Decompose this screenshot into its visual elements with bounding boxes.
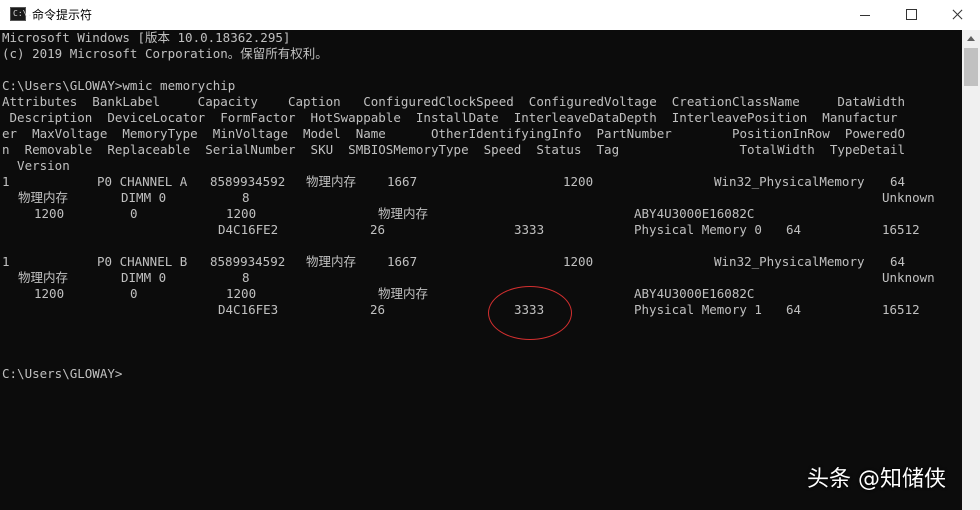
- chip-row: D4C16FE3 26 3333 Physical Memory 1 64 16…: [2, 302, 920, 318]
- data-width-value: 64: [890, 254, 906, 269]
- part-number-value: ABY4U3000E16082C: [634, 286, 755, 301]
- maximize-button[interactable]: [888, 0, 934, 30]
- bank-label-value: P0 CHANNEL B: [97, 254, 188, 269]
- chip-row: 物理内存 DIMM 0 8 Unknown: [2, 190, 935, 206]
- chip-row: D4C16FE2 26 3333 Physical Memory 0 64 16…: [2, 222, 920, 238]
- chip-row: 物理内存 DIMM 0 8 Unknown: [2, 270, 935, 286]
- data-width-value: 64: [890, 174, 906, 189]
- configured-voltage-value: 1200: [563, 174, 594, 189]
- creation-class-name-value: Win32_PhysicalMemory: [714, 174, 865, 189]
- banner-line-copyright: (c) 2019 Microsoft Corporation。保留所有权利。: [2, 46, 328, 61]
- capacity-value: 8589934592: [210, 254, 286, 269]
- attributes-value: 1: [2, 254, 10, 269]
- cmd-icon-label: C:\.: [13, 9, 33, 18]
- serial-number-value: D4C16FE3: [218, 302, 279, 317]
- close-button[interactable]: [934, 0, 980, 30]
- command-line: C:\Users\GLOWAY>wmic memorychip: [2, 78, 236, 93]
- part-number-value: ABY4U3000E16082C: [634, 206, 755, 221]
- speed-value: 3333: [514, 222, 545, 237]
- scroll-up-arrow-icon[interactable]: [962, 30, 980, 47]
- creation-class-name-value: Win32_PhysicalMemory: [714, 254, 865, 269]
- name-value: 物理内存: [378, 286, 429, 301]
- tag-value: Physical Memory 1: [634, 302, 762, 317]
- header-line: Attributes BankLabel Capacity Caption Co…: [2, 94, 906, 109]
- title-bar: C:\. 命令提示符: [0, 0, 980, 30]
- manufacturer-value: Unknown: [882, 190, 935, 205]
- header-line: Description DeviceLocator FormFactor Hot…: [2, 110, 898, 125]
- configured-clock-speed-value: 1667: [387, 254, 418, 269]
- tag-value: Physical Memory 0: [634, 222, 762, 237]
- form-factor-value: 8: [242, 190, 250, 205]
- description-value: 物理内存: [18, 190, 69, 205]
- total-width-value: 64: [786, 302, 802, 317]
- max-voltage-value: 1200: [34, 206, 65, 221]
- console-output[interactable]: Microsoft Windows [版本 10.0.18362.295] (c…: [0, 30, 962, 510]
- type-detail-value: 16512: [882, 222, 920, 237]
- caption-value: 物理内存: [306, 174, 357, 189]
- vertical-scrollbar[interactable]: [962, 30, 980, 510]
- max-voltage-value: 1200: [34, 286, 65, 301]
- caption-value: 物理内存: [306, 254, 357, 269]
- attributes-value: 1: [2, 174, 10, 189]
- window-title: 命令提示符: [32, 8, 93, 22]
- cmd-icon[interactable]: C:\.: [10, 7, 32, 21]
- device-locator-value: DIMM 0: [121, 270, 167, 285]
- serial-number-value: D4C16FE2: [218, 222, 279, 237]
- configured-voltage-value: 1200: [563, 254, 594, 269]
- min-voltage-value: 1200: [226, 206, 257, 221]
- minimize-button[interactable]: [842, 0, 888, 30]
- header-line: Version: [2, 158, 70, 173]
- name-value: 物理内存: [378, 206, 429, 221]
- banner-line-version: Microsoft Windows [版本 10.0.18362.295]: [2, 30, 291, 45]
- min-voltage-value: 1200: [226, 286, 257, 301]
- device-locator-value: DIMM 0: [121, 190, 167, 205]
- header-line: er MaxVoltage MemoryType MinVoltage Mode…: [2, 126, 906, 141]
- smbios-memory-type-value: 26: [370, 222, 386, 237]
- type-detail-value: 16512: [882, 302, 920, 317]
- description-value: 物理内存: [18, 270, 69, 285]
- memory-type-value: 0: [130, 206, 138, 221]
- chip-row: 1200 0 1200 物理内存 ABY4U3000E16082C: [2, 206, 754, 222]
- chip-row: 1 P0 CHANNEL A 8589934592 物理内存 1667 1200…: [2, 174, 905, 190]
- header-line: n Removable Replaceable SerialNumber SKU…: [2, 142, 906, 157]
- scrollbar-thumb[interactable]: [964, 48, 978, 86]
- form-factor-value: 8: [242, 270, 250, 285]
- chip-row: 1200 0 1200 物理内存 ABY4U3000E16082C: [2, 286, 754, 302]
- watermark: 头条 @知储侠: [807, 467, 946, 492]
- chip-row: 1 P0 CHANNEL B 8589934592 物理内存 1667 1200…: [2, 254, 905, 270]
- bank-label-value: P0 CHANNEL A: [97, 174, 188, 189]
- smbios-memory-type-value: 26: [370, 302, 386, 317]
- manufacturer-value: Unknown: [882, 270, 935, 285]
- speed-highlight-circle: [488, 286, 572, 340]
- total-width-value: 64: [786, 222, 802, 237]
- prompt-line: C:\Users\GLOWAY>: [2, 366, 123, 381]
- memory-type-value: 0: [130, 286, 138, 301]
- configured-clock-speed-value: 1667: [387, 174, 418, 189]
- capacity-value: 8589934592: [210, 174, 286, 189]
